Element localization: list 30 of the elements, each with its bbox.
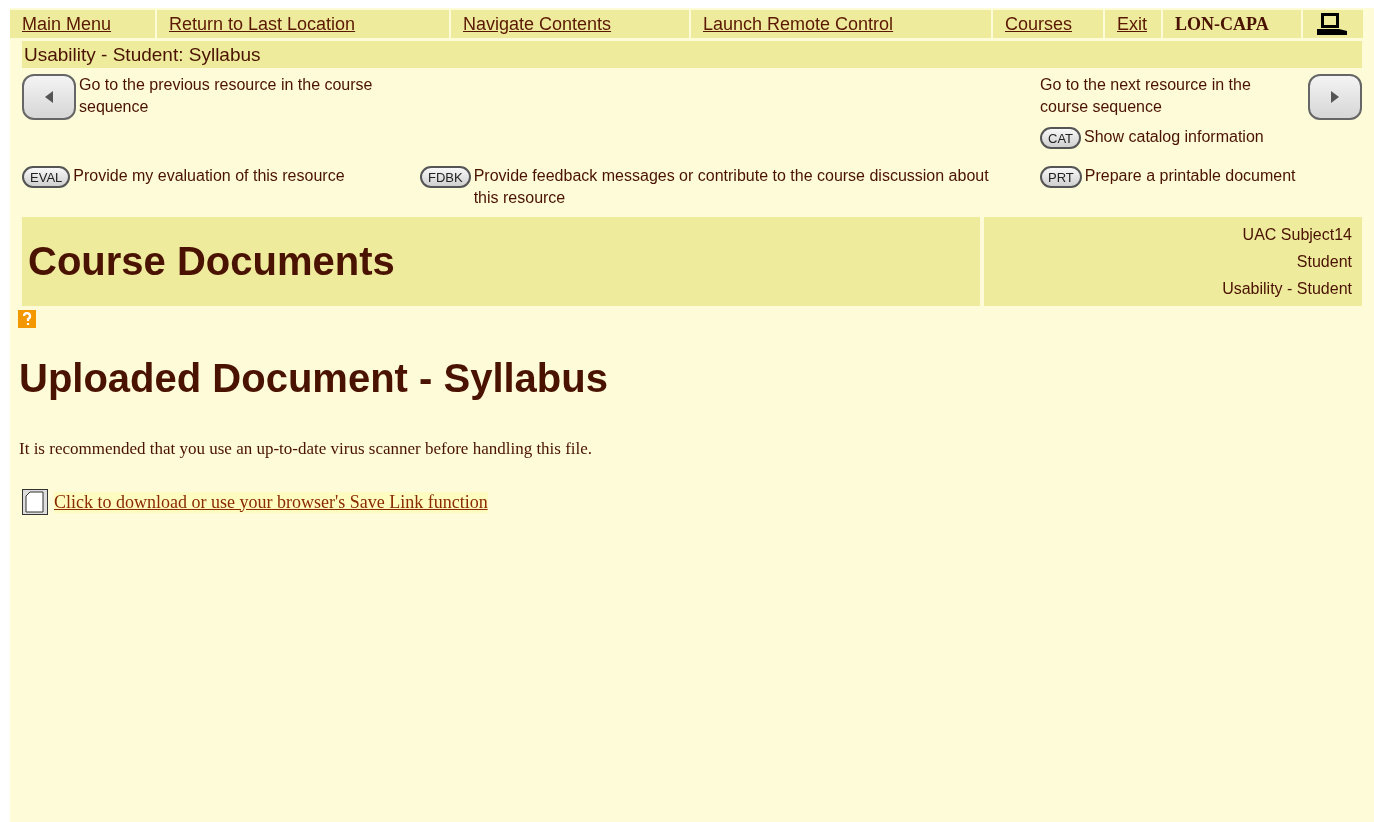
info-line: UAC Subject14 xyxy=(1241,225,1353,245)
document-heading: Uploaded Document - Syllabus xyxy=(19,356,609,401)
right-triangle-icon xyxy=(1331,91,1339,103)
info-line: Student xyxy=(1295,252,1353,272)
download-link[interactable]: Click to download or use your browser's Save Link function xyxy=(54,491,488,513)
breadcrumb: Usability - Student: Syllabus xyxy=(22,41,1362,68)
next-label: Go to the next resource in the course sequence xyxy=(1040,75,1252,117)
previous-button[interactable] xyxy=(22,74,76,120)
menu-link[interactable]: Main Menu xyxy=(22,13,112,35)
page-title: Course Documents xyxy=(28,239,396,284)
info-line: Usability - Student xyxy=(1221,279,1353,299)
virus-notice: It is recommended that you use an up-to-date virus scanner before handling this file. xyxy=(19,439,594,459)
menu-link[interactable]: Courses xyxy=(1005,13,1073,35)
action-label: Provide feedback messages or contribute to the course discussion about this resource xyxy=(473,166,990,208)
action-button[interactable]: CAT xyxy=(1040,127,1082,149)
next-button[interactable] xyxy=(1308,74,1362,120)
action-label: Prepare a printable document xyxy=(1084,166,1296,186)
document-icon xyxy=(22,489,48,515)
brand-logo: LON-CAPA xyxy=(1175,13,1269,35)
menu-link[interactable]: Navigate Contents xyxy=(463,13,612,35)
action-button[interactable]: EVAL xyxy=(22,166,71,188)
menu-link[interactable]: Exit xyxy=(1117,13,1147,35)
previous-label: Go to the previous resource in the course sequence xyxy=(79,75,374,117)
action-button[interactable]: FDBK xyxy=(420,166,471,188)
action-label: Show catalog information xyxy=(1084,127,1264,147)
menu-link[interactable]: Launch Remote Control xyxy=(703,13,894,35)
menu-link[interactable]: Return to Last Location xyxy=(169,13,356,35)
action-label: Provide my evaluation of this resource xyxy=(73,166,345,186)
left-triangle-icon xyxy=(45,91,53,103)
action-button[interactable]: PRT xyxy=(1040,166,1082,188)
